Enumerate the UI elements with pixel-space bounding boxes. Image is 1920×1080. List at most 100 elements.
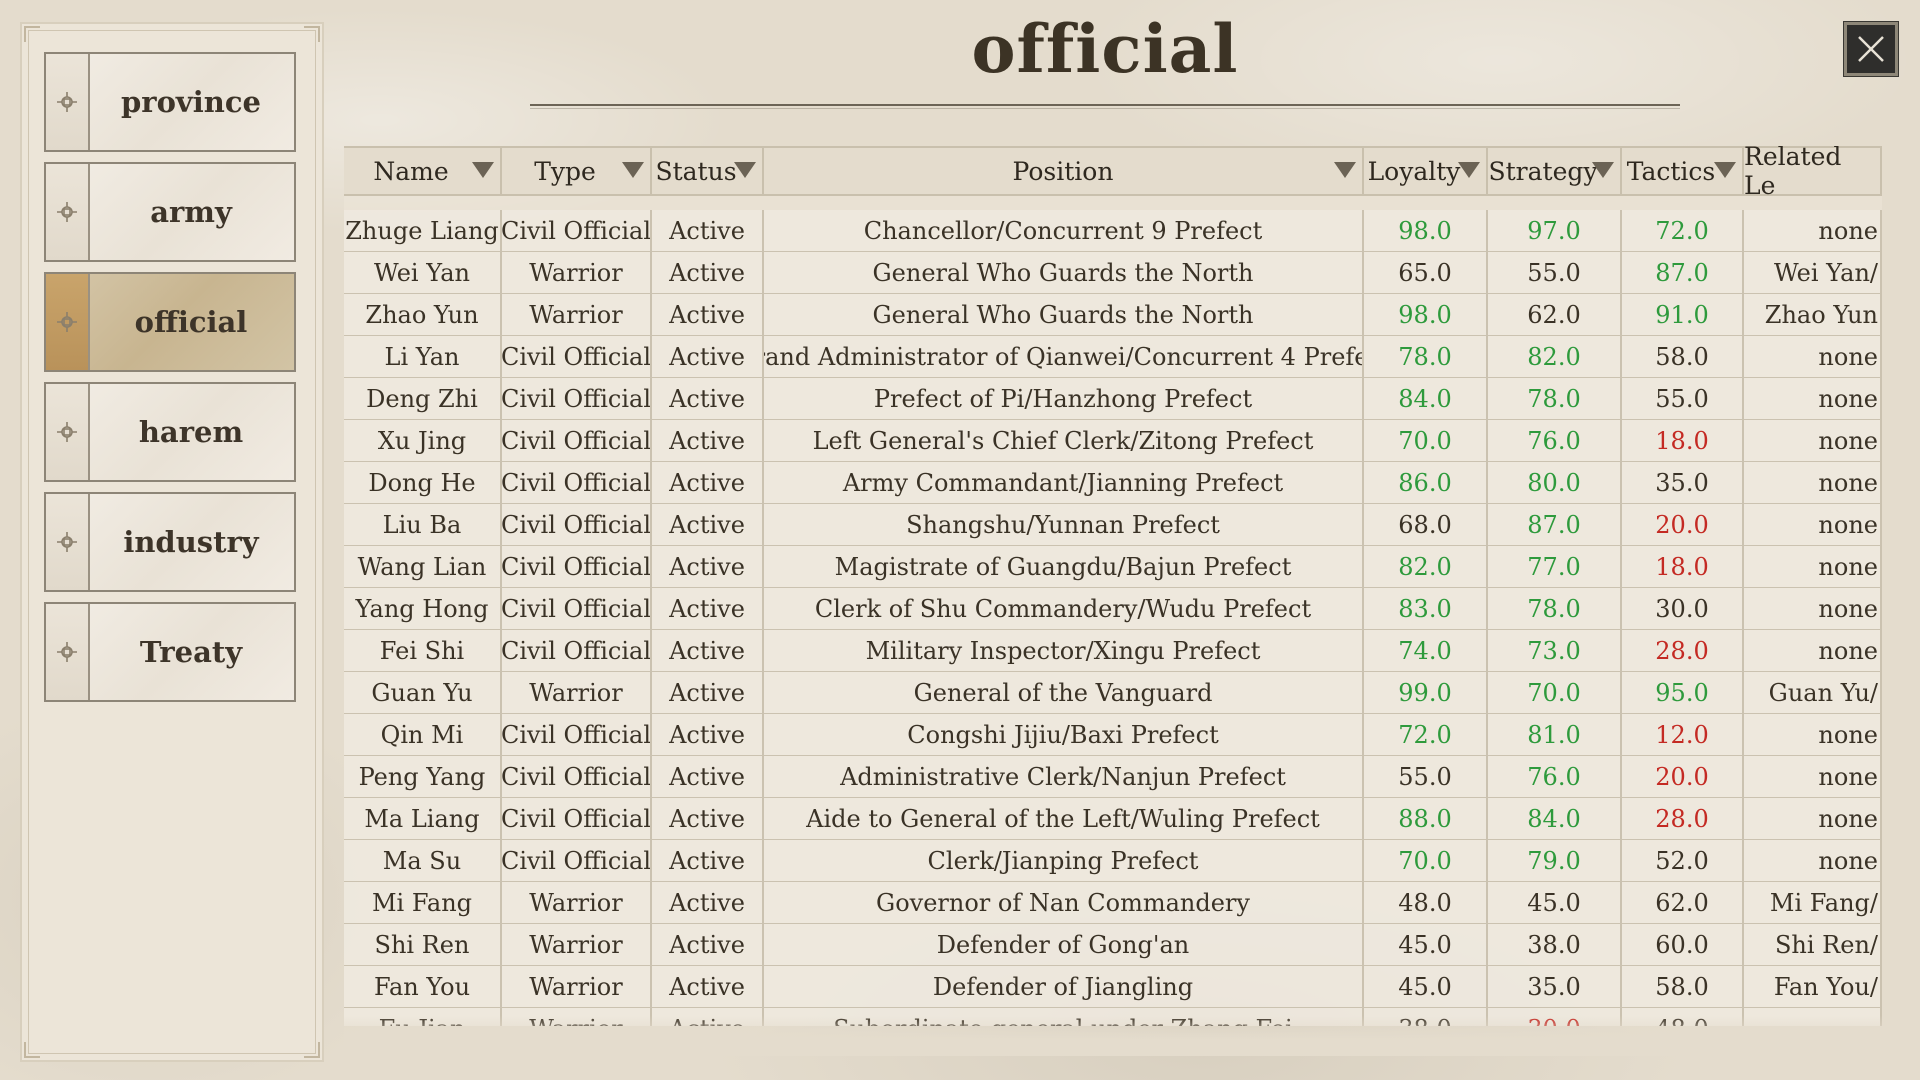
cell-strategy: 79.0: [1488, 840, 1622, 881]
cell-strategy: 38.0: [1488, 924, 1622, 965]
cell-name: Guan Yu: [344, 672, 502, 713]
cell-type: Warrior: [502, 294, 652, 335]
cell-status: Active: [652, 630, 764, 671]
cell-name: Shi Ren: [344, 924, 502, 965]
column-header-name[interactable]: Name: [344, 148, 502, 194]
cell-tactics: 28.0: [1622, 630, 1744, 671]
table-row[interactable]: Zhao Yun Warrior Active General Who Guards …: [344, 294, 1882, 336]
sort-arrow-icon[interactable]: [472, 162, 494, 178]
cell-loyalty: 55.0: [1364, 756, 1488, 797]
cell-strategy: 76.0: [1488, 420, 1622, 461]
table-body: Zhuge Liang Civil Official Active Chancello…: [344, 210, 1882, 1026]
cell-related-le: none: [1744, 714, 1882, 755]
column-header-position[interactable]: Position: [764, 148, 1364, 194]
table-row[interactable]: Xu Jing Civil Official Active Left General'…: [344, 420, 1882, 462]
cell-related-le: Shi Ren/: [1744, 924, 1882, 965]
cell-position: Military Inspector/Xingu Prefect: [764, 630, 1364, 671]
cell-strategy: 97.0: [1488, 210, 1622, 251]
sidebar-item-army[interactable]: army: [44, 162, 296, 262]
column-header-tactics[interactable]: Tactics: [1622, 148, 1744, 194]
sidebar-item-treaty[interactable]: Treaty: [44, 602, 296, 702]
table-row[interactable]: Mi Fang Warrior Active Governor of Nan Comm…: [344, 882, 1882, 924]
sort-arrow-icon[interactable]: [1592, 162, 1614, 178]
cell-tactics: 18.0: [1622, 546, 1744, 587]
sidebar-item-official[interactable]: official: [44, 272, 296, 372]
cell-status: Active: [652, 882, 764, 923]
cell-name: Wang Lian: [344, 546, 502, 587]
cell-tactics: 72.0: [1622, 210, 1744, 251]
title-divider: [530, 104, 1680, 109]
cell-loyalty: 88.0: [1364, 798, 1488, 839]
cell-position: Grand Administrator of Qianwei/Concurren…: [764, 336, 1364, 377]
cell-position: Defender of Gong'an: [764, 924, 1364, 965]
column-header-loyalty[interactable]: Loyalty: [1364, 148, 1488, 194]
table-row[interactable]: Deng Zhi Civil Official Active Prefect of P…: [344, 378, 1882, 420]
sort-arrow-icon[interactable]: [622, 162, 644, 178]
cell-status: Active: [652, 840, 764, 881]
column-header-type[interactable]: Type: [502, 148, 652, 194]
table-row[interactable]: Peng Yang Civil Official Active Administrat…: [344, 756, 1882, 798]
table-row[interactable]: Ma Su Civil Official Active Clerk/Jianping …: [344, 840, 1882, 882]
cell-strategy: 78.0: [1488, 378, 1622, 419]
table-row[interactable]: Dong He Civil Official Active Army Commanda…: [344, 462, 1882, 504]
table-row[interactable]: Yang Hong Civil Official Active Clerk of Sh…: [344, 588, 1882, 630]
cell-loyalty: 86.0: [1364, 462, 1488, 503]
column-header-strategy[interactable]: Strategy: [1488, 148, 1622, 194]
sort-arrow-icon[interactable]: [1458, 162, 1480, 178]
cell-related-le: none: [1744, 462, 1882, 503]
table-row[interactable]: Li Yan Civil Official Active Grand Administ…: [344, 336, 1882, 378]
cell-name: Ma Su: [344, 840, 502, 881]
cell-tactics: 12.0: [1622, 714, 1744, 755]
sort-arrow-icon[interactable]: [1334, 162, 1356, 178]
cell-name: Zhao Yun: [344, 294, 502, 335]
cell-position: Aide to General of the Left/Wuling Prefe…: [764, 798, 1364, 839]
close-icon: [1858, 36, 1884, 62]
cell-loyalty: 48.0: [1364, 882, 1488, 923]
table-row[interactable]: Qin Mi Civil Official Active Congshi Jijiu/…: [344, 714, 1882, 756]
cell-type: Civil Official: [502, 630, 652, 671]
table-row[interactable]: Liu Ba Civil Official Active Shangshu/Yunna…: [344, 504, 1882, 546]
cell-related-le: none: [1744, 630, 1882, 671]
table-row[interactable]: Wei Yan Warrior Active General Who Guards t…: [344, 252, 1882, 294]
table-header: Name Type Status Position Loyalty Strategy Tac…: [344, 146, 1882, 200]
table-row[interactable]: Ma Liang Civil Official Active Aide to Gene…: [344, 798, 1882, 840]
close-button[interactable]: [1844, 22, 1898, 76]
cell-name: Dong He: [344, 462, 502, 503]
cell-tactics: 95.0: [1622, 672, 1744, 713]
cell-tactics: 20.0: [1622, 504, 1744, 545]
table-row[interactable]: Zhuge Liang Civil Official Active Chancello…: [344, 210, 1882, 252]
sort-arrow-icon[interactable]: [1714, 162, 1736, 178]
table-row[interactable]: Fan You Warrior Active Defender of Jianglin…: [344, 966, 1882, 1008]
corner-ornament: [24, 1042, 40, 1058]
table-row[interactable]: Guan Yu Warrior Active General of the Vangu…: [344, 672, 1882, 714]
cell-status: Active: [652, 252, 764, 293]
knot-icon: [57, 312, 77, 332]
cell-position: Congshi Jijiu/Baxi Prefect: [764, 714, 1364, 755]
cell-status: Active: [652, 672, 764, 713]
cell-name: Xu Jing: [344, 420, 502, 461]
cell-position: Magistrate of Guangdu/Bajun Prefect: [764, 546, 1364, 587]
cell-related-le: none: [1744, 336, 1882, 377]
sort-arrow-icon[interactable]: [734, 162, 756, 178]
officials-table: Name Type Status Position Loyalty Strategy Tac…: [344, 146, 1882, 1026]
cell-loyalty: 74.0: [1364, 630, 1488, 671]
cell-strategy: 62.0: [1488, 294, 1622, 335]
cell-type: Civil Official: [502, 336, 652, 377]
cell-type: Civil Official: [502, 588, 652, 629]
cell-related-le: none: [1744, 420, 1882, 461]
table-row[interactable]: Fei Shi Civil Official Active Military Insp…: [344, 630, 1882, 672]
sidebar-item-industry[interactable]: industry: [44, 492, 296, 592]
sidebar-item-label: Treaty: [139, 635, 243, 669]
page-title: official: [971, 10, 1239, 88]
column-header-status[interactable]: Status: [652, 148, 764, 194]
cell-loyalty: 98.0: [1364, 294, 1488, 335]
sidebar-item-harem[interactable]: harem: [44, 382, 296, 482]
cell-related-le: none: [1744, 210, 1882, 251]
table-row[interactable]: Shi Ren Warrior Active Defender of Gong'an 4…: [344, 924, 1882, 966]
column-header-related-le[interactable]: Related Le: [1744, 146, 1882, 200]
cell-name: Yang Hong: [344, 588, 502, 629]
cell-status: Active: [652, 336, 764, 377]
cell-type: Civil Official: [502, 504, 652, 545]
cell-loyalty: 65.0: [1364, 252, 1488, 293]
table-row[interactable]: Wang Lian Civil Official Active Magistrate …: [344, 546, 1882, 588]
